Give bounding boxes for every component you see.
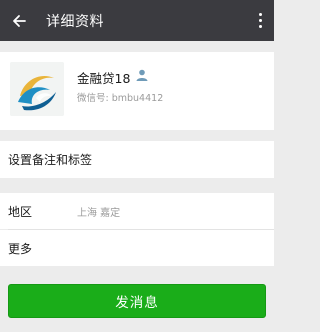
person-icon	[135, 67, 149, 81]
more-vertical-icon[interactable]	[252, 0, 268, 41]
more-row[interactable]: 更多	[0, 230, 274, 266]
profile-card[interactable]: 金融贷18 微信号: bmbu4412	[0, 52, 274, 130]
send-message-button[interactable]: 发消息	[8, 284, 266, 318]
avatar[interactable]	[10, 62, 64, 116]
region-label: 地区	[8, 204, 33, 219]
region-value: 上海 嘉定	[77, 207, 121, 219]
page-title: 详细资料	[46, 13, 104, 30]
region-row: 地区 上海 嘉定	[0, 193, 274, 229]
set-remark-row[interactable]: 设置备注和标签	[0, 141, 274, 178]
wechat-id: 微信号: bmbu4412	[77, 93, 164, 104]
wave-logo-icon	[10, 62, 64, 116]
more-label: 更多	[8, 241, 33, 256]
top-bar: 详细资料	[0, 0, 274, 41]
contact-name: 金融贷18	[77, 71, 131, 86]
back-arrow-icon[interactable]	[2, 0, 36, 41]
set-remark-label: 设置备注和标签	[8, 153, 93, 167]
